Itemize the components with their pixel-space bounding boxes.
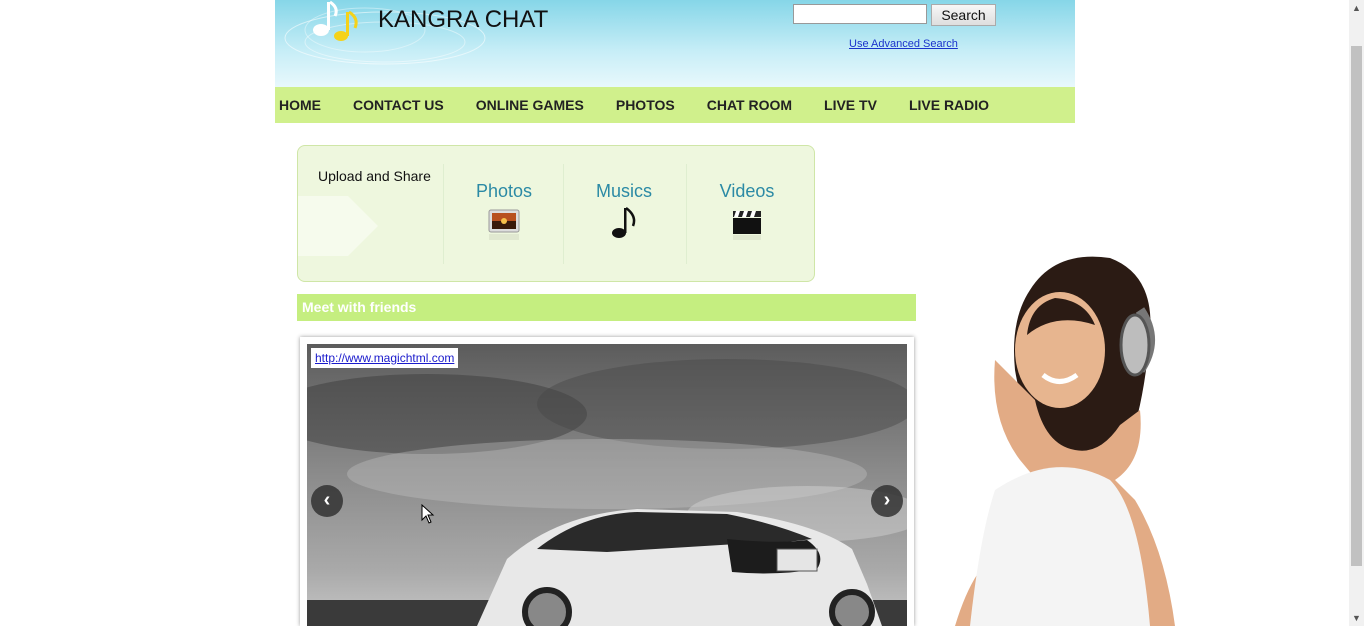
photos-label[interactable]: Photos <box>444 181 564 202</box>
photos-upload-item[interactable]: Photos <box>443 164 564 264</box>
page-scrollbar[interactable]: ▲ ▼ <box>1349 0 1364 626</box>
advanced-search-link[interactable]: Use Advanced Search <box>849 38 958 50</box>
nav-item-contact-us[interactable]: CONTACT US <box>349 97 444 113</box>
mouse-cursor-icon <box>421 504 435 524</box>
clapperboard-icon <box>733 211 761 240</box>
musics-label[interactable]: Musics <box>564 181 684 202</box>
page-wrapper: KANGRA CHAT Search Use Advanced Search H… <box>275 0 1075 123</box>
nav-item-online-games[interactable]: ONLINE GAMES <box>472 97 584 113</box>
nav-item-live-radio[interactable]: LIVE RADIO <box>905 97 989 113</box>
woman-with-headphones-image <box>955 256 1175 626</box>
arrow-decoration <box>298 196 378 256</box>
scroll-down-icon[interactable]: ▼ <box>1349 610 1364 626</box>
site-title: KANGRA CHAT <box>378 6 549 33</box>
slide-link[interactable]: http://www.magichtml.com <box>311 348 459 368</box>
nav-item-chat-room[interactable]: CHAT ROOM <box>703 97 792 113</box>
slide-image-car <box>307 344 907 626</box>
upload-share-panel: Upload and Share Photos Musics Videos <box>297 145 815 282</box>
nav-item-home[interactable]: HOME <box>275 97 321 113</box>
search-button[interactable]: Search <box>931 4 996 26</box>
upload-share-title: Upload and Share <box>318 168 431 184</box>
videos-label[interactable]: Videos <box>687 181 807 202</box>
nav-item-live-tv[interactable]: LIVE TV <box>820 97 877 113</box>
meet-friends-bar: Meet with friends <box>297 294 916 321</box>
music-note-icon <box>612 206 636 238</box>
car-photo <box>307 344 907 626</box>
scrollbar-thumb[interactable] <box>1351 46 1362 566</box>
slider-next-button[interactable]: › <box>871 485 903 517</box>
photo-icon <box>488 209 520 240</box>
site-header: KANGRA CHAT Search Use Advanced Search <box>275 0 1075 87</box>
main-nav: HOME CONTACT US ONLINE GAMES PHOTOS CHAT… <box>275 87 1075 123</box>
videos-upload-item[interactable]: Videos <box>686 164 807 264</box>
musics-upload-item[interactable]: Musics <box>563 164 684 264</box>
slider-prev-button[interactable]: ‹ <box>311 485 343 517</box>
scroll-up-icon[interactable]: ▲ <box>1349 0 1364 16</box>
music-notes-logo-icon <box>313 0 358 41</box>
search-input[interactable] <box>793 4 927 24</box>
image-slider: http://www.magichtml.com ‹ › <box>300 337 914 626</box>
nav-item-photos[interactable]: PHOTOS <box>612 97 675 113</box>
